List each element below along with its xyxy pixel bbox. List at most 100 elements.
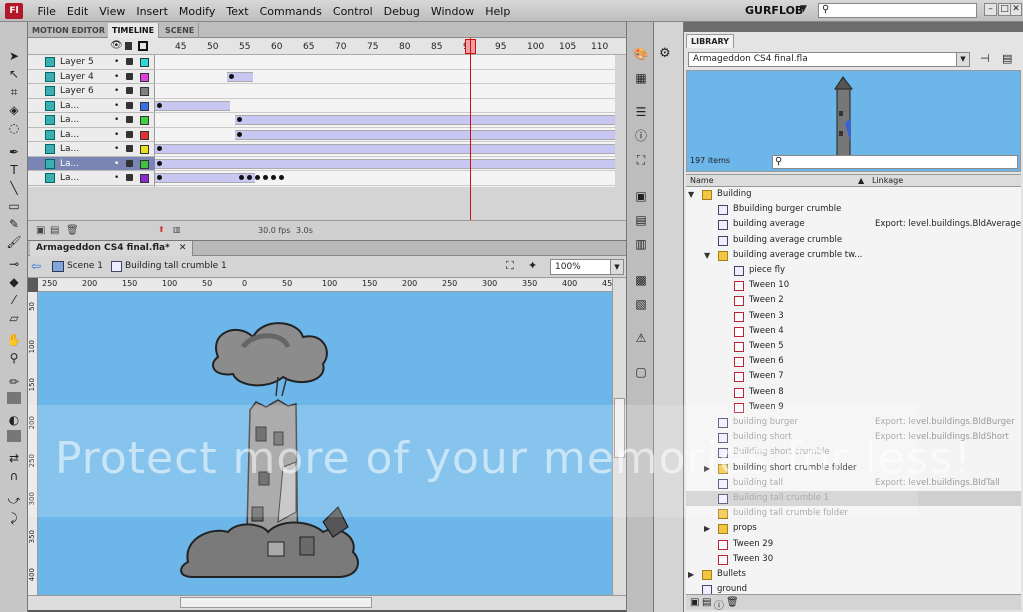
snap-magnet-icon[interactable]: ∩ bbox=[5, 468, 23, 484]
layer-color-swatch[interactable] bbox=[140, 87, 149, 96]
menu-control[interactable]: Control bbox=[327, 5, 378, 18]
layer-row[interactable]: La... • bbox=[28, 128, 155, 142]
frame-row[interactable] bbox=[155, 84, 615, 99]
keyframe[interactable] bbox=[157, 102, 162, 108]
lock-icon[interactable] bbox=[126, 159, 133, 167]
lock-icon[interactable] bbox=[126, 174, 133, 181]
layer-name[interactable]: Layer 5 bbox=[60, 55, 94, 69]
menu-commands[interactable]: Commands bbox=[254, 5, 327, 18]
layer-name[interactable]: Layer 6 bbox=[60, 84, 94, 98]
layer-color-swatch[interactable] bbox=[140, 174, 149, 183]
keyframe[interactable] bbox=[237, 131, 242, 137]
layer-row[interactable]: Layer 5 • bbox=[28, 55, 155, 70]
lock-icon[interactable] bbox=[126, 116, 133, 123]
expand-right-icon[interactable]: ▶ bbox=[688, 567, 694, 582]
center-frame-icon[interactable]: ⬆ bbox=[158, 225, 165, 234]
expand-down-icon[interactable]: ▼ bbox=[688, 187, 694, 202]
onion-skin-icon[interactable]: ▥ bbox=[173, 225, 181, 234]
visibility-dot-icon[interactable]: • bbox=[114, 55, 119, 69]
help-search-input[interactable]: ⚲ bbox=[818, 3, 977, 18]
lock-icon[interactable] bbox=[126, 87, 133, 94]
library-item[interactable]: Tween 29 bbox=[686, 537, 1021, 552]
lock-icon[interactable] bbox=[126, 72, 133, 80]
layer-color-swatch[interactable] bbox=[140, 145, 149, 154]
visibility-dot-icon[interactable]: • bbox=[114, 113, 119, 127]
library-item[interactable]: ground bbox=[686, 582, 1021, 594]
free-transform-icon[interactable]: ⌗ bbox=[5, 84, 23, 100]
pen-tool-icon[interactable]: ✒ bbox=[5, 144, 23, 160]
menu-debug[interactable]: Debug bbox=[378, 5, 425, 18]
document-tab[interactable]: Armageddon CS4 final.fla* ✕ bbox=[30, 241, 194, 256]
layer-color-swatch[interactable] bbox=[140, 130, 149, 140]
zoom-select[interactable]: 100% ▼ bbox=[550, 259, 624, 275]
delete-item-icon[interactable]: 🗑 bbox=[726, 597, 739, 608]
menu-text[interactable]: Text bbox=[221, 5, 254, 18]
library-item[interactable]: piece fly bbox=[686, 263, 1021, 278]
edit-symbol-icon[interactable]: ✦ bbox=[528, 259, 537, 272]
frame-tick[interactable]: 80 bbox=[399, 42, 410, 52]
layer-name[interactable]: La... bbox=[60, 99, 79, 113]
lock-all-icon[interactable] bbox=[125, 42, 132, 50]
layer-name[interactable]: La... bbox=[60, 113, 79, 127]
layer-row[interactable]: La... • bbox=[28, 156, 155, 171]
menu-help[interactable]: Help bbox=[480, 5, 516, 18]
frame-row[interactable] bbox=[155, 171, 615, 186]
visibility-dot-icon[interactable]: • bbox=[114, 142, 119, 156]
new-folder-icon[interactable]: ▤ bbox=[702, 597, 711, 608]
stroke-swatch[interactable] bbox=[7, 392, 21, 404]
lock-icon[interactable] bbox=[126, 145, 133, 152]
layer-row[interactable]: La... • bbox=[28, 171, 155, 186]
selection-tool-icon[interactable]: ➤ bbox=[5, 48, 23, 64]
eyedropper-icon[interactable]: ⁄ bbox=[5, 292, 23, 308]
transform-panel-icon[interactable]: ⛶ bbox=[633, 152, 649, 168]
stage-horizontal-scrollbar[interactable] bbox=[28, 595, 626, 610]
tab-scene[interactable]: SCENE bbox=[161, 23, 200, 38]
menu-file[interactable]: File bbox=[32, 5, 61, 18]
swap-colors-icon[interactable]: ⇄ bbox=[5, 450, 23, 466]
visibility-dot-icon[interactable]: • bbox=[114, 99, 119, 113]
library-item[interactable]: Tween 6 bbox=[686, 354, 1021, 369]
frame-tick[interactable]: 95 bbox=[495, 42, 506, 52]
align-panel-icon[interactable]: ☰ bbox=[633, 104, 649, 120]
layer-name[interactable]: La... bbox=[60, 157, 79, 171]
library-item[interactable]: ▶ Bullets bbox=[686, 567, 1021, 582]
properties-icon[interactable]: ⓘ bbox=[714, 597, 724, 612]
movie-explorer-icon[interactable]: ▥ bbox=[633, 236, 649, 252]
frame-tick[interactable]: 55 bbox=[239, 42, 250, 52]
fill-color-icon[interactable]: ◐ bbox=[5, 412, 23, 428]
info-panel-icon[interactable]: ⓘ bbox=[633, 128, 649, 144]
keyframe[interactable] bbox=[271, 175, 276, 180]
tween-span[interactable] bbox=[155, 158, 615, 169]
pencil-tool-icon[interactable]: ✎ bbox=[5, 216, 23, 232]
tween-span[interactable] bbox=[235, 115, 615, 125]
layer-color-swatch[interactable] bbox=[140, 58, 149, 67]
frame-row[interactable] bbox=[155, 128, 615, 142]
3d-rotation-icon[interactable]: ◈ bbox=[5, 102, 23, 118]
frame-row[interactable] bbox=[155, 142, 615, 157]
workspace-switcher[interactable]: GURFLOB bbox=[745, 4, 803, 17]
tween-span[interactable] bbox=[155, 144, 615, 154]
tween-span[interactable] bbox=[235, 129, 615, 140]
frame-tick[interactable]: 70 bbox=[335, 42, 346, 52]
visibility-dot-icon[interactable]: • bbox=[114, 171, 119, 185]
frame-row[interactable] bbox=[155, 113, 615, 128]
library-item[interactable]: Bbuilding burger crumble bbox=[686, 202, 1021, 217]
library-item[interactable]: Tween 30 bbox=[686, 552, 1021, 567]
lock-icon[interactable] bbox=[126, 58, 133, 65]
fill-swatch[interactable] bbox=[7, 430, 21, 442]
paint-bucket-icon[interactable]: ◆ bbox=[5, 274, 23, 290]
swatches-panel-icon[interactable]: ▦ bbox=[633, 70, 649, 86]
layer-name[interactable]: La... bbox=[60, 142, 79, 156]
menu-modify[interactable]: Modify bbox=[173, 5, 220, 18]
properties-panel-icon[interactable]: ⚙ bbox=[659, 46, 671, 61]
frame-tick[interactable]: 100 bbox=[527, 42, 544, 52]
behaviors-panel-icon[interactable]: ▧ bbox=[633, 296, 649, 312]
stroke-color-icon[interactable]: ✏ bbox=[5, 374, 23, 390]
frame-tick[interactable]: 65 bbox=[303, 42, 314, 52]
layer-row[interactable]: La... • bbox=[28, 99, 155, 113]
keyframe[interactable] bbox=[255, 175, 260, 180]
frame-rate[interactable]: 30.0 fps bbox=[258, 226, 290, 235]
text-tool-icon[interactable]: T bbox=[5, 162, 23, 178]
library-item[interactable]: Tween 2 bbox=[686, 293, 1021, 308]
tab-motion-editor[interactable]: MOTION EDITOR bbox=[28, 23, 110, 38]
